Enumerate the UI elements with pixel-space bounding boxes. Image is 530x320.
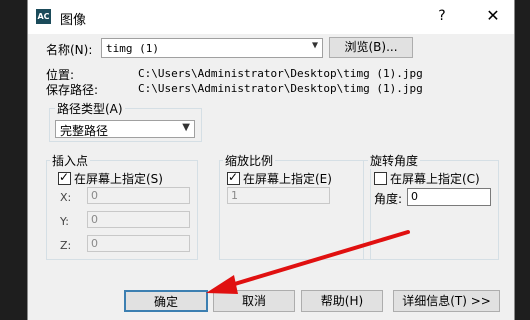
arrow-shaft bbox=[226, 230, 410, 288]
annotation-arrow bbox=[206, 230, 410, 294]
arrow-head bbox=[206, 275, 238, 294]
